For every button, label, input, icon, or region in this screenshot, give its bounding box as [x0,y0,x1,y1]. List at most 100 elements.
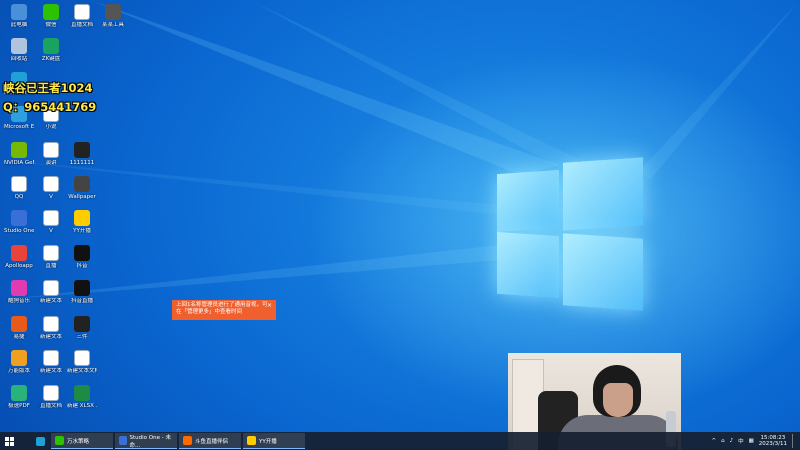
start-button[interactable] [0,432,18,450]
file-icon [43,142,59,158]
clock[interactable]: 15:08:23 2023/3/11 [759,435,787,448]
taskbar-item-label: Studio One - 未命... [129,434,171,449]
desktop-icon-label: 新建 XLSX 工作表 [67,403,97,409]
desktop-icon[interactable]: 直播 [36,245,66,269]
notification-toast[interactable]: 上回1名称管理员进行了通用音视，可在「管理更多」中查看时间 × [172,300,276,320]
app-icon [11,350,27,366]
desktop-icon-label: 小说 [45,124,57,130]
system-tray: ^ ⌂ ♪ 中 ▦ 15:08:23 2023/3/11 [711,432,796,450]
desktop-icon[interactable]: QQ [4,176,34,200]
taskbar-item[interactable]: 斗鱼直播伴侣 [179,433,241,449]
file-icon [43,316,59,332]
music-icon [11,280,27,296]
desktop-icon-label: 微信 [45,22,57,28]
taskbar-item[interactable]: 万水策略 [51,433,113,449]
windows-icon [4,436,14,446]
desktop-icon-label: V [49,194,53,200]
terminal-icon [74,142,90,158]
desktop-icon[interactable]: 新建 XLSX 工作表 [67,385,97,409]
desktop-icon-label: NVIDIA GeForce [4,160,34,166]
show-desktop-button[interactable] [792,434,796,448]
desktop-icon-label: ZK键盘 [41,56,61,62]
file-icon [74,350,90,366]
chevron-up-icon[interactable]: ^ [711,438,716,444]
desktop-icon[interactable]: 抖音直播 [67,280,97,304]
grid-icon[interactable]: ▦ [749,438,754,444]
desktop-icon-label: 万能版本 [7,368,30,374]
desktop-icon[interactable]: 微信 [36,4,66,28]
desktop-icon-label: YY开播 [73,228,91,234]
file-icon [43,350,59,366]
desktop-icon-label: Microsoft Edge [4,124,34,130]
file-icon [43,280,59,296]
app-icon [55,436,64,445]
desktop-icon-label: 直播 [45,263,57,269]
desktop-icon-label: 新建文本 [39,298,62,304]
terminal-icon [74,316,90,332]
toast-text: 上回1名称管理员进行了通用音视，可在「管理更多」中查看时间 [176,302,268,315]
wechat-icon [43,4,59,20]
desktop-icon[interactable]: 回收站 [4,38,34,62]
desktop-icon[interactable]: 1111111 [67,142,97,166]
desktop-icon[interactable]: 某某工具 [98,4,128,28]
desktop-icon-label: 新建文本 [39,368,62,374]
taskbar-item-label: 万水策略 [67,438,90,445]
desktop-icon-label: Apolloapp [5,263,33,269]
ime-indicator[interactable]: 中 [738,437,744,445]
desktop-icon[interactable]: Studio One [4,210,34,234]
desktop-icon[interactable]: V [36,176,66,200]
desktop-icon[interactable]: 直播文档 [36,385,66,409]
studio-one-icon [119,436,127,445]
desktop-icon[interactable]: 酷狗音乐 [4,280,34,304]
desktop-icon[interactable]: 直播文档 [67,4,97,28]
volume-icon[interactable]: ♪ [730,438,734,444]
douyin-icon [74,245,90,261]
desktop-icon[interactable]: 极速PDF [4,385,34,409]
qq-icon [11,176,27,192]
desktop-icon-label: 演讲 [45,160,57,166]
recycle-bin-icon [11,38,27,54]
taskbar-item[interactable]: Studio One - 未命... [115,433,177,449]
desktop-icon[interactable]: Wallpaper [67,176,97,200]
taskbar-item[interactable] [32,433,49,449]
desktop-icon-label: 抖音 [76,263,88,269]
taskbar-item-label: 斗鱼直播伴侣 [195,438,229,445]
app-icon [74,176,90,192]
desktop-icon[interactable]: 抖音 [67,245,97,269]
stream-overlay-contact: Q：965441769 [3,100,97,114]
desktop-icon[interactable]: 新建文本 [36,350,66,374]
network-icon[interactable]: ⌂ [721,438,725,444]
desktop-icon-label: 直播文档 [39,403,62,409]
desktop-icon[interactable]: 易捷 [4,316,34,340]
app-icon [183,436,192,445]
desktop-icon[interactable]: 三件 [67,316,97,340]
windows-logo-wallpaper [497,157,643,311]
close-icon[interactable]: × [267,302,272,309]
edge-icon [36,436,45,446]
desktop-icon[interactable]: 万能版本 [4,350,34,374]
desktop-icon-label: 1111111 [69,160,95,166]
desktop-icon[interactable]: 演讲 [36,142,66,166]
desktop-icon[interactable]: V [36,210,66,234]
desktop-icon[interactable]: NVIDIA GeForce [4,142,34,166]
pdf-icon [11,385,27,401]
desktop-icon[interactable]: 新建文本文档 [67,350,97,374]
desktop-icon[interactable]: YY开播 [67,210,97,234]
desktop-icon[interactable]: 新建文本 [36,316,66,340]
desktop-icon-label: 某某工具 [101,22,124,28]
desktop-icon[interactable]: Apolloapp [4,245,34,269]
desktop-icon[interactable]: 新建文本 [36,280,66,304]
file-icon [43,245,59,261]
desktop-icon-label: 酷狗音乐 [7,298,30,304]
desktop-icon[interactable]: ZK键盘 [36,38,66,62]
desktop-icon-label: QQ [14,194,24,200]
yy-icon [74,210,90,226]
taskbar: 万水策略 Studio One - 未命... 斗鱼直播伴侣 YY开播 ^ ⌂ ♪ 中… [0,432,800,450]
excel-icon [74,385,90,401]
desktop-icon[interactable]: 此电脑 [4,4,34,28]
desktop-icon-label: 极速PDF [8,403,30,409]
app-icon [11,245,27,261]
desktop-icon-label: 此电脑 [10,22,28,28]
desktop-icon-label: Wallpaper [68,194,96,200]
taskbar-item[interactable]: YY开播 [243,433,305,449]
